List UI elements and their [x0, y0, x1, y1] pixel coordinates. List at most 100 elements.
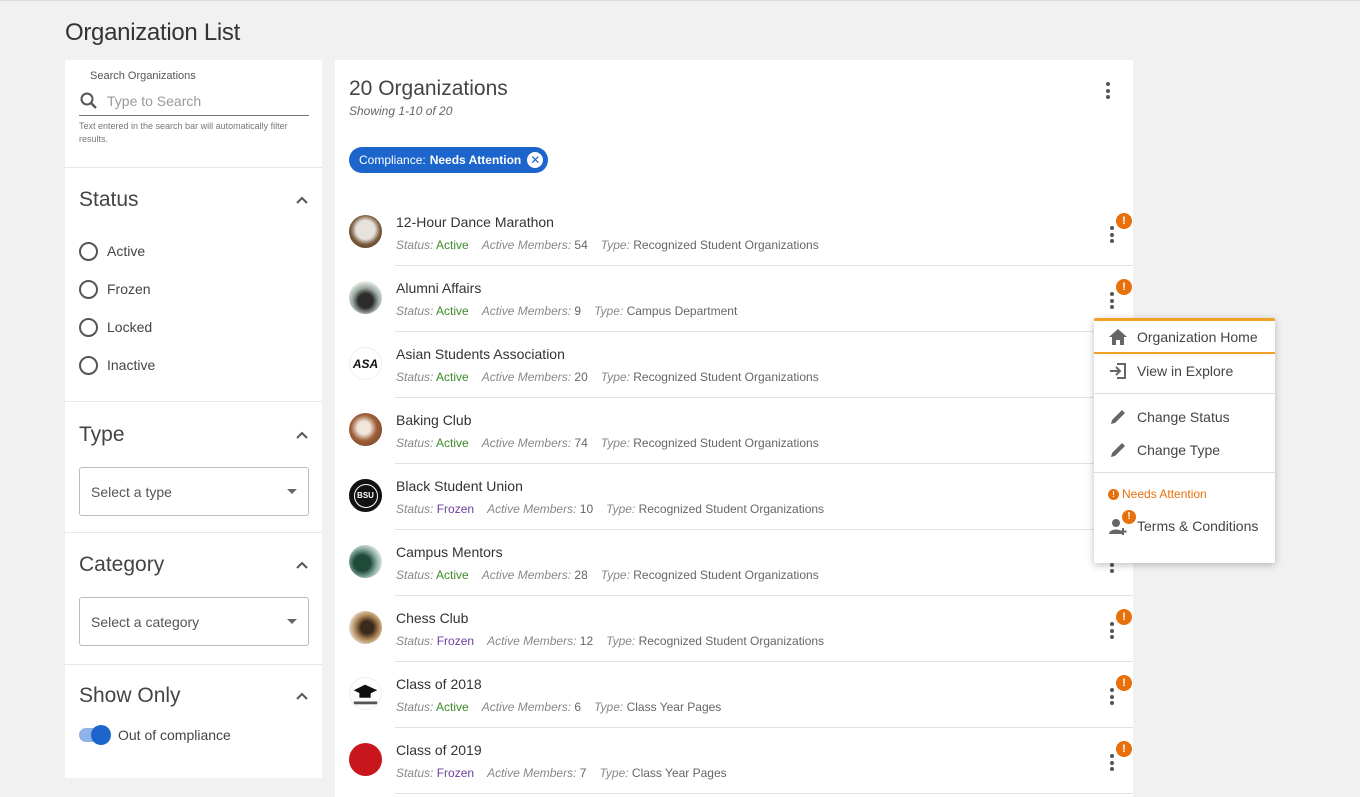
status-option-locked[interactable]: Locked [79, 308, 309, 346]
organization-count: 20 Organizations [349, 77, 508, 100]
organization-context-menu: Organization Home View in Explore Change… [1094, 318, 1275, 563]
org-meta: Status: Active Active Members: 9 Type: Cam… [396, 304, 738, 318]
radio-button[interactable] [79, 355, 98, 375]
show-only-filter: Show Only Out of compliance [65, 665, 322, 745]
avatar [349, 611, 382, 644]
alert-icon: ! [1108, 488, 1119, 500]
status-filter-header[interactable]: Status [79, 168, 309, 232]
org-name[interactable]: 12-Hour Dance Marathon [396, 214, 554, 230]
row-menu-icon[interactable] [1109, 754, 1115, 771]
org-name[interactable]: Black Student Union [396, 478, 523, 494]
needs-attention-label: ! Needs Attention [1094, 479, 1275, 509]
org-meta: Status: Frozen Active Members: 12 Type: Re… [396, 634, 825, 648]
type-filter-header[interactable]: Type [79, 402, 309, 467]
status-option-frozen[interactable]: Frozen [79, 270, 309, 308]
toggle-label: Out of compliance [118, 727, 231, 743]
row-menu-icon[interactable] [1109, 688, 1115, 705]
remove-chip-icon[interactable]: ✕ [527, 152, 544, 168]
search-hint: Text entered in the search bar will auto… [79, 121, 288, 144]
list-item[interactable]: Alumni Affairs Status: Active Active Memb… [335, 266, 1133, 332]
status-option-label: Locked [107, 319, 153, 335]
home-icon [1109, 328, 1127, 345]
status-option-label: Inactive [107, 357, 156, 373]
org-name[interactable]: Chess Club [396, 610, 468, 626]
org-meta: Status: Active Active Members: 28 Type: Re… [396, 568, 819, 582]
row-menu-icon[interactable] [1109, 292, 1115, 309]
list-item[interactable]: Chess Club Status: Frozen Active Members:… [335, 596, 1133, 662]
menu-item-change-type[interactable]: Change Type [1094, 433, 1275, 466]
org-name[interactable]: Campus Mentors [396, 544, 503, 560]
menu-item-change-status[interactable]: Change Status [1094, 400, 1275, 433]
list-item[interactable]: 12-Hour Dance Marathon Status: Active Act… [335, 200, 1133, 266]
category-filter-header[interactable]: Category [79, 533, 309, 597]
page-title: Organization List [65, 19, 240, 46]
organization-list: 12-Hour Dance Marathon Status: Active Act… [335, 200, 1133, 794]
avatar [349, 413, 382, 446]
out-of-compliance-toggle[interactable] [79, 725, 111, 745]
org-meta: Status: Active Active Members: 54 Type: Re… [396, 238, 819, 252]
chip-value: Needs Attention [429, 153, 522, 167]
category-filter: Category Select a category [65, 533, 322, 665]
org-meta: Status: Active Active Members: 6 Type: Cla… [396, 700, 722, 714]
avatar [349, 677, 382, 710]
alert-icon: ! [1116, 675, 1132, 691]
show-only-title: Show Only [79, 684, 181, 707]
avatar: BSU [349, 479, 382, 512]
search-block: Search Organizations Text entered in the… [65, 60, 322, 168]
search-input[interactable] [107, 92, 297, 109]
search-label: Search Organizations [90, 70, 196, 82]
radio-button[interactable] [79, 279, 98, 299]
status-filter: Status Active Frozen Locked Inactive [65, 168, 322, 402]
caret-down-icon [287, 619, 297, 624]
row-menu-icon[interactable] [1109, 226, 1115, 243]
sign-in-icon [1110, 362, 1126, 379]
status-option-active[interactable]: Active [79, 232, 309, 270]
type-select-value: Select a type [91, 483, 172, 500]
chevron-up-icon[interactable] [295, 558, 309, 572]
status-filter-title: Status [79, 188, 139, 211]
menu-item-view-in-explore[interactable]: View in Explore [1094, 354, 1275, 387]
category-filter-title: Category [79, 553, 165, 576]
list-item[interactable]: Campus Mentors Status: Active Active Memb… [335, 530, 1133, 596]
alert-icon: ! [1116, 609, 1132, 625]
list-item[interactable]: ASA Asian Students Association Status: A… [335, 332, 1133, 398]
pencil-icon [1111, 409, 1125, 424]
organization-list-panel: 20 Organizations Showing 1-10 of 20 Comp… [335, 60, 1133, 797]
chevron-up-icon[interactable] [295, 193, 309, 207]
compliance-filter-chip: Compliance: Needs Attention ✕ [349, 147, 549, 173]
org-name[interactable]: Asian Students Association [396, 346, 565, 362]
showing-range: Showing 1-10 of 20 [349, 104, 453, 118]
show-only-header[interactable]: Show Only [79, 665, 309, 727]
type-select[interactable]: Select a type [79, 467, 309, 516]
menu-item-label: View in Explore [1137, 362, 1234, 379]
menu-item-organization-home[interactable]: Organization Home [1094, 321, 1275, 354]
avatar [349, 215, 382, 248]
org-name[interactable]: Baking Club [396, 412, 472, 428]
list-item[interactable]: BSU Black Student Union Status: Frozen Ac… [335, 464, 1133, 530]
avatar: ASA [349, 347, 382, 380]
filter-sidebar: Search Organizations Text entered in the… [65, 60, 322, 778]
org-meta: Status: Active Active Members: 20 Type: Re… [396, 370, 819, 384]
out-of-compliance-row: Out of compliance [79, 725, 309, 745]
category-select[interactable]: Select a category [79, 597, 309, 646]
status-option-inactive[interactable]: Inactive [79, 346, 309, 384]
org-name[interactable]: Alumni Affairs [396, 280, 481, 296]
list-item[interactable]: Class of 2019 Status: Frozen Active Membe… [335, 728, 1133, 794]
org-meta: Status: Frozen Active Members: 10 Type: Re… [396, 502, 825, 516]
chevron-up-icon[interactable] [295, 689, 309, 703]
radio-button[interactable] [79, 241, 98, 261]
chip-prefix: Compliance: [359, 153, 426, 167]
org-name[interactable]: Class of 2019 [396, 742, 482, 758]
menu-item-terms-conditions[interactable]: ! Terms & Conditions [1094, 509, 1275, 542]
more-options-icon[interactable] [1105, 82, 1111, 99]
chevron-up-icon[interactable] [295, 428, 309, 442]
list-item[interactable]: Class of 2018 Status: Active Active Membe… [335, 662, 1133, 728]
row-menu-icon[interactable] [1109, 622, 1115, 639]
menu-divider [1094, 472, 1275, 473]
menu-item-label: Terms & Conditions [1137, 517, 1259, 534]
radio-button[interactable] [79, 317, 98, 337]
menu-item-label: Change Type [1137, 441, 1221, 458]
menu-item-label: Organization Home [1137, 328, 1258, 345]
org-name[interactable]: Class of 2018 [396, 676, 482, 692]
list-item[interactable]: Baking Club Status: Active Active Members… [335, 398, 1133, 464]
